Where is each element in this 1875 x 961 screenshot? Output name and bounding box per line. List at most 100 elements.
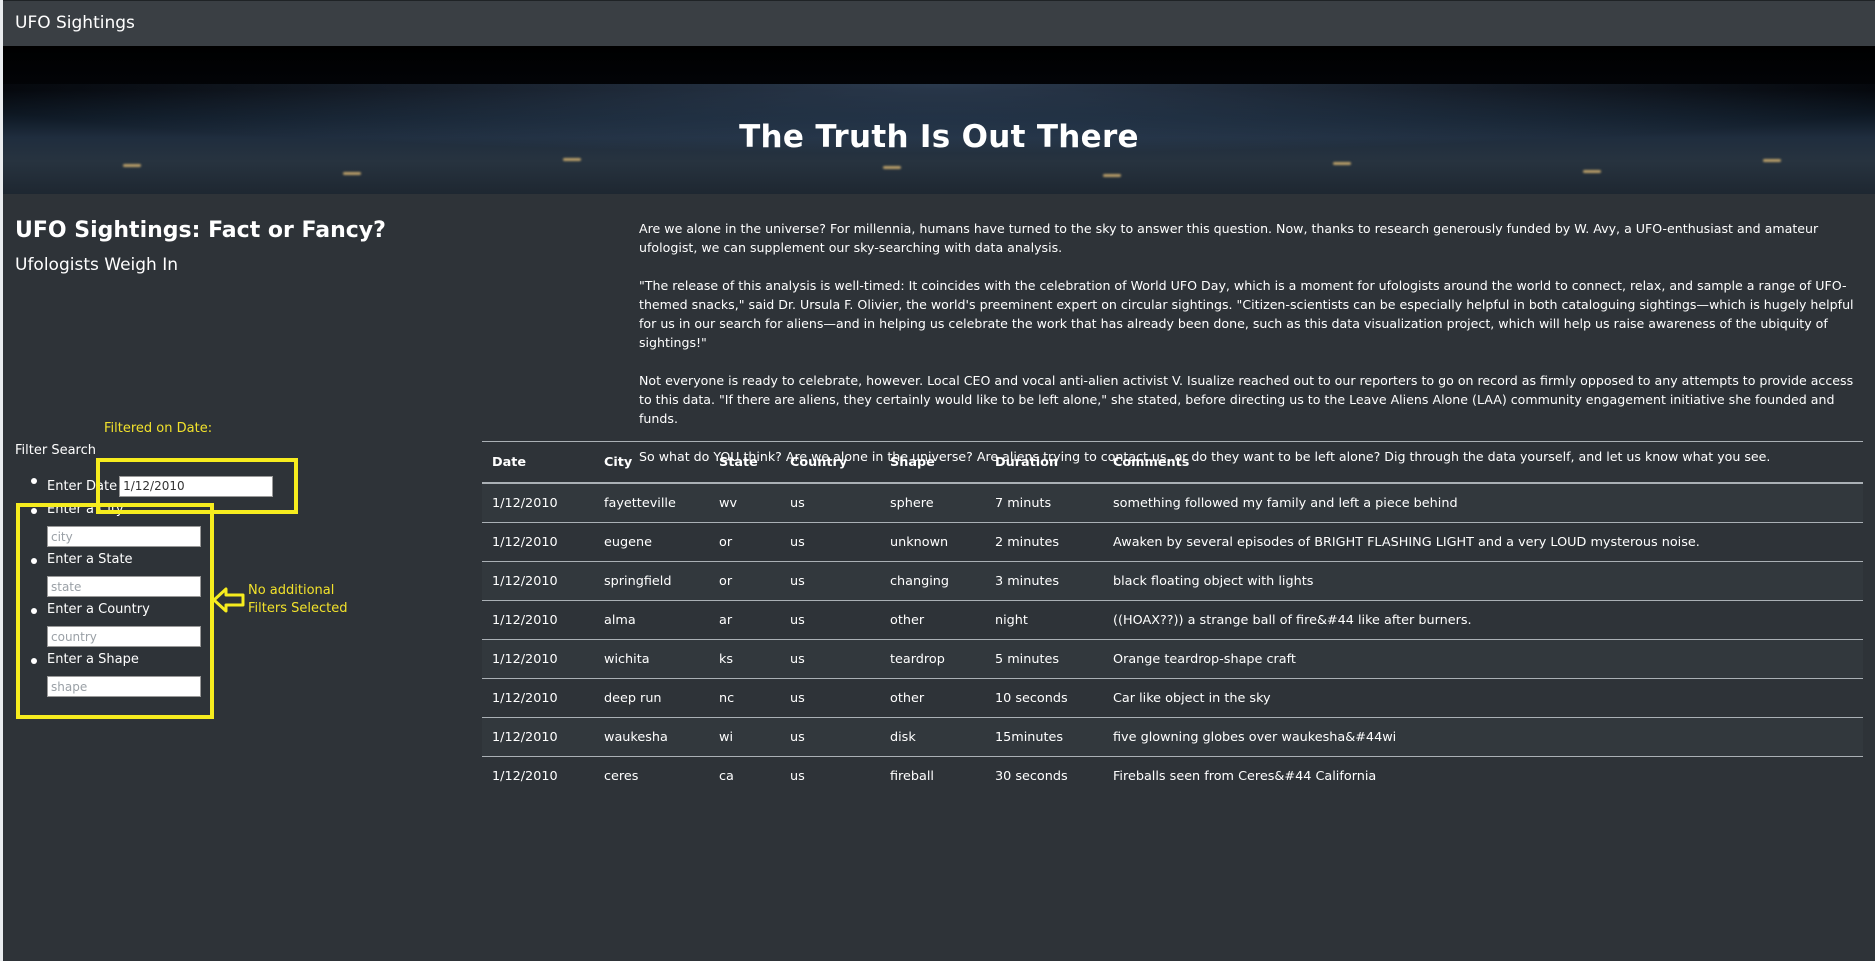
cell-country: us xyxy=(780,483,880,523)
cell-state: or xyxy=(709,561,780,601)
cell-date: 1/12/2010 xyxy=(482,561,594,601)
intro-section: UFO Sightings: Fact or Fancy? Ufologists… xyxy=(15,218,386,275)
cell-comments: Awaken by several episodes of BRIGHT FLA… xyxy=(1103,522,1863,562)
cell-comments: five glowning globes over waukesha&#44wi xyxy=(1103,717,1863,757)
cell-city: deep run xyxy=(594,678,709,718)
other-filters-highlight-box xyxy=(16,503,214,719)
cell-duration: 30 seconds xyxy=(995,768,1068,784)
article-paragraph: Not everyone is ready to celebrate, howe… xyxy=(639,373,1854,426)
cell-shape: changing xyxy=(880,561,985,601)
arrow-left-icon xyxy=(212,587,245,613)
table-header-row: Date City State Country Shape Duration C… xyxy=(482,441,1863,484)
cell-state: wv xyxy=(709,483,780,523)
column-header-country: Country xyxy=(780,441,880,484)
cell-comments: Orange teardrop-shape craft xyxy=(1103,639,1863,679)
cell-city: fayetteville xyxy=(594,483,709,523)
cell-duration: 5 minutes xyxy=(985,639,1103,679)
annotation-filtered-on-date: Filtered on Date: xyxy=(104,421,213,436)
cell-date: 1/12/2010 xyxy=(482,522,594,562)
cell-shape: other xyxy=(880,678,985,718)
cell-state: ca xyxy=(719,768,734,784)
cell-state: wi xyxy=(709,717,780,757)
cell-comments: Car like object in the sky xyxy=(1103,678,1863,718)
column-header-date: Date xyxy=(482,441,594,484)
hero-title: The Truth Is Out There xyxy=(739,118,1139,155)
cell-date: 1/12/2010 xyxy=(482,600,594,640)
column-header-shape: Shape xyxy=(880,441,985,484)
cell-comments: something followed my family and left a … xyxy=(1103,483,1863,523)
page-subtitle: Ufologists Weigh In xyxy=(15,255,179,275)
cell-duration: 7 minuts xyxy=(985,483,1103,523)
ufo-table-container: Date City State Country Shape Duration C… xyxy=(482,441,1863,795)
annotation-line: Filters Selected xyxy=(248,601,348,616)
cell-duration: 10 seconds xyxy=(985,678,1103,718)
cell-city: ceres xyxy=(604,768,639,784)
article-paragraph: "The release of this analysis is well-ti… xyxy=(639,278,1854,350)
cell-duration: 2 minutes xyxy=(985,522,1103,562)
column-header-state: State xyxy=(709,441,780,484)
cell-duration: 3 minutes xyxy=(985,561,1103,601)
cell-country: us xyxy=(780,639,880,679)
cell-date: 1/12/2010 xyxy=(482,717,594,757)
cell-shape: sphere xyxy=(880,483,985,523)
cell-country: us xyxy=(780,522,880,562)
column-header-duration: Duration xyxy=(985,441,1103,484)
table-row: 1/12/2010 eugene or us unknown 2 minutes Awake… xyxy=(482,522,1863,562)
ufo-table: Date City State Country Shape Duration C… xyxy=(482,441,1863,795)
cell-date: 1/12/2010 xyxy=(482,678,594,718)
city-light xyxy=(1103,174,1121,177)
cell-duration: night xyxy=(985,600,1103,640)
cell-city: wichita xyxy=(594,639,709,679)
article-paragraph: Are we alone in the universe? For millen… xyxy=(639,221,1819,255)
table-row: 1/12/2010 fayetteville wv us sphere 7 minuts s… xyxy=(482,483,1863,523)
cell-country: us xyxy=(790,768,805,784)
cell-city: springfield xyxy=(594,561,709,601)
navbar: UFO Sightings xyxy=(3,0,1875,47)
navbar-brand-link[interactable]: UFO Sightings xyxy=(15,13,135,33)
column-header-comments: Comments xyxy=(1103,441,1863,484)
cell-shape: other xyxy=(880,600,985,640)
cell-city: alma xyxy=(594,600,709,640)
cell-date: 1/12/2010 xyxy=(482,483,594,523)
cell-city: waukesha xyxy=(594,717,709,757)
cell-country: us xyxy=(780,600,880,640)
city-light xyxy=(1333,162,1351,165)
table-row: 1/12/2010 wichita ks us teardrop 5 minutes Ora… xyxy=(482,639,1863,679)
city-light xyxy=(123,164,141,167)
cell-date: 1/12/2010 xyxy=(492,768,558,784)
table-row: 1/12/2010 alma ar us other night ((HOAX??)) a … xyxy=(482,600,1863,640)
column-header-city: City xyxy=(594,441,709,484)
cell-shape: fireball xyxy=(890,768,934,784)
table-row: 1/12/2010 ceres ca us fireball 30 seconds Fire… xyxy=(482,757,1863,796)
table-row: 1/12/2010 waukesha wi us disk 15minutes five g… xyxy=(482,717,1863,757)
list-bullet xyxy=(31,478,37,484)
city-light xyxy=(883,166,901,169)
table-body: 1/12/2010 fayetteville wv us sphere 7 minuts s… xyxy=(482,483,1863,795)
cell-state: or xyxy=(709,522,780,562)
table-row: 1/12/2010 deep run nc us other 10 seconds Car … xyxy=(482,678,1863,718)
cell-duration: 15minutes xyxy=(985,717,1103,757)
cell-state: ks xyxy=(709,639,780,679)
cell-shape: unknown xyxy=(880,522,985,562)
city-light xyxy=(343,172,361,175)
table-row: 1/12/2010 springfield or us changing 3 minute… xyxy=(482,561,1863,601)
cell-state: nc xyxy=(709,678,780,718)
cell-country: us xyxy=(780,561,880,601)
cell-shape: disk xyxy=(880,717,985,757)
cell-comments: Fireballs seen from Ceres&#44 California xyxy=(1113,768,1377,784)
city-light xyxy=(1583,170,1601,173)
annotation-line: No additional xyxy=(248,583,335,598)
city-light xyxy=(563,158,581,161)
cell-country: us xyxy=(780,717,880,757)
cell-city: eugene xyxy=(594,522,709,562)
cell-comments: black floating object with lights xyxy=(1103,561,1863,601)
hero-banner: The Truth Is Out There xyxy=(3,46,1875,194)
cell-state: ar xyxy=(709,600,780,640)
annotation-no-additional-filters: No additional Filters Selected xyxy=(248,582,347,618)
cell-comments: ((HOAX??)) a strange ball of fire&#44 li… xyxy=(1103,600,1863,640)
filter-search-title: Filter Search xyxy=(15,443,96,458)
cell-country: us xyxy=(780,678,880,718)
city-light xyxy=(1763,159,1781,162)
page-title: UFO Sightings: Fact or Fancy? xyxy=(15,218,386,243)
cell-shape: teardrop xyxy=(880,639,985,679)
